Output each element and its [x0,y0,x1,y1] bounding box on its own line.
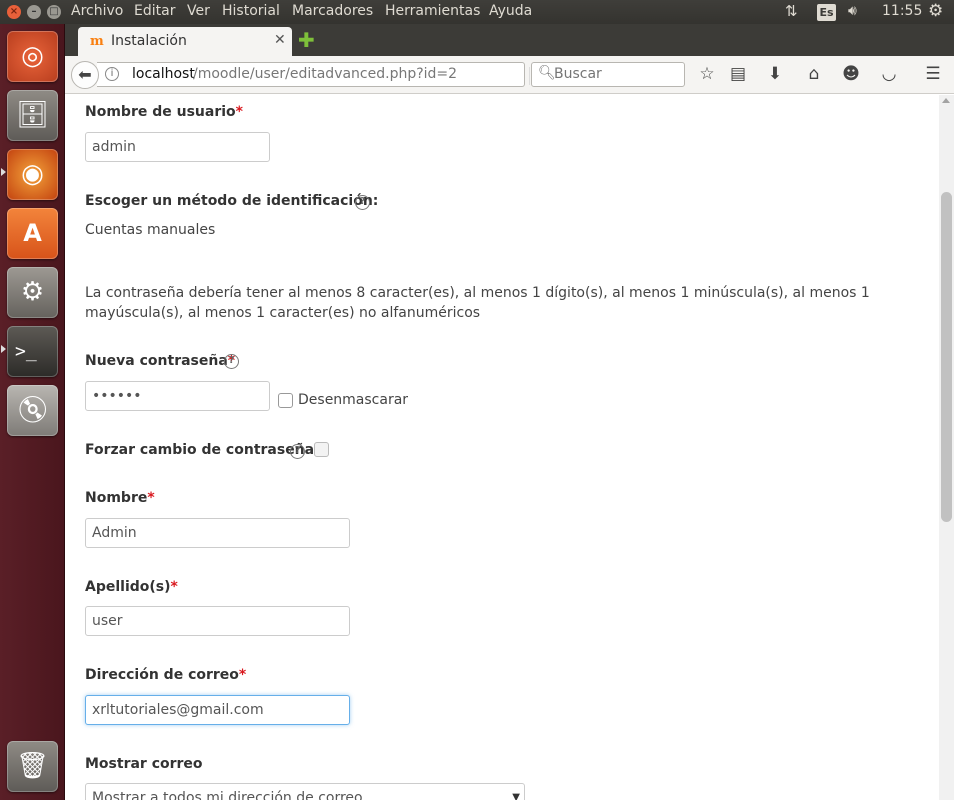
username-label: Nombre de usuario* [85,104,243,120]
password-policy-text: La contraseña debería tener al menos 8 c… [85,285,870,321]
search-bar[interactable]: 🔍︎ [531,62,685,87]
menu-ver[interactable]: Ver [187,3,210,19]
software-center-launcher-button[interactable]: A [7,208,58,259]
scroll-up-arrow-icon[interactable] [942,98,950,103]
new-password-label: Nueva contraseña* [85,353,236,369]
back-button[interactable]: ⬅ [71,61,99,89]
moodle-favicon-icon: m [90,34,104,49]
chevron-down-icon: ▼ [512,792,520,800]
menu-historial[interactable]: Historial [222,3,280,19]
url-bar[interactable]: i localhost /moodle/user/editadvanced.ph… [97,62,549,87]
firstname-input[interactable] [85,518,350,548]
hamburger-menu-icon[interactable]: ☰ [922,64,944,84]
unmask-label: Desenmascarar [298,392,409,408]
reading-list-icon[interactable]: ▤ [727,64,749,84]
tab-strip: m Instalación ✕ ✚ [65,24,954,56]
running-indicator [1,168,6,176]
ubuntu-logo-icon: ◎ [21,41,44,71]
firstname-label: Nombre* [85,490,155,506]
email-display-select[interactable]: Mostrar a todos mi dirección de correo ▼ [85,783,525,800]
pocket-icon[interactable]: ◡ [878,64,900,84]
terminal-icon: >_ [15,341,37,362]
menu-archivo[interactable]: Archivo [71,3,123,19]
file-cabinet-icon: 🗄︎ [15,100,49,130]
firefox-launcher-button[interactable]: ◉ [7,149,58,200]
page-content: Nombre de usuario* Escoger un método de … [65,95,939,800]
username-input[interactable] [85,132,270,162]
url-path: /moodle/user/editadvanced.php?id=2 [193,66,458,82]
lastname-input[interactable] [85,606,350,636]
email-display-value: Mostrar a todos mi dirección de correo [92,790,363,800]
menu-ayuda[interactable]: Ayuda [489,3,532,19]
auth-method-label: Escoger un método de identificación: [85,193,379,209]
force-password-change-checkbox[interactable] [314,442,329,457]
home-icon[interactable]: ⌂ [803,64,825,84]
required-marker: * [170,579,178,595]
search-input[interactable] [554,64,682,84]
clock[interactable]: 11:55 [882,3,922,19]
window-maximize-icon[interactable]: □ [47,5,61,19]
help-icon[interactable]: ? [224,354,239,369]
new-tab-button[interactable]: ✚ [298,28,315,52]
keyboard-layout-indicator[interactable]: Es [817,4,836,21]
terminal-launcher-button[interactable]: >_ [7,326,58,377]
chat-icon[interactable]: ☻ [840,64,862,84]
required-marker: * [235,104,243,120]
close-tab-icon[interactable]: ✕ [274,32,286,48]
settings-launcher-button[interactable]: ⚙ [7,267,58,318]
email-display-label: Mostrar correo [85,756,203,772]
site-info-icon[interactable]: i [105,67,119,81]
page-scrollbar[interactable] [939,95,954,800]
menu-editar[interactable]: Editar [134,3,175,19]
wrench-gear-icon: ⚙ [20,277,45,307]
disks-launcher-button[interactable]: 💿︎ [7,385,58,436]
running-indicator [1,345,6,353]
ubuntu-dash-button[interactable]: ◎ [7,31,58,82]
downloads-icon[interactable]: ⬇ [764,64,786,84]
scrollbar-thumb[interactable] [941,192,952,522]
bookmark-star-icon[interactable]: ☆ [696,64,718,84]
trash-icon: 🗑︎ [15,751,49,781]
arrow-left-icon: ⬅ [78,65,92,84]
window-minimize-icon[interactable]: – [27,5,41,19]
help-icon[interactable]: ? [355,195,370,210]
network-icon[interactable]: ⇅ [785,2,798,20]
email-label: Dirección de correo* [85,667,247,683]
tab-title: Instalación [111,33,187,49]
required-marker: * [238,667,247,683]
volume-icon[interactable]: 🔊︎ [848,3,857,19]
menu-marcadores[interactable]: Marcadores [292,3,373,19]
firefox-icon: ◉ [21,159,44,189]
unmask-checkbox[interactable] [278,393,293,408]
help-icon[interactable]: ? [290,444,305,459]
menu-herramientas[interactable]: Herramientas [385,3,480,19]
launcher: ◎ 🗄︎ ◉ A ⚙ >_ 💿︎ 🗑︎ [0,24,65,800]
new-password-input[interactable] [85,381,270,411]
system-menu-bar: × – □ Archivo Editar Ver Historial Marca… [0,0,954,24]
tab-instalacion[interactable]: m Instalación ✕ [78,27,292,56]
force-password-change-label: Forzar cambio de contraseña [85,442,315,458]
gear-icon[interactable]: ⚙ [928,1,943,21]
url-host: localhost [132,66,195,82]
email-input[interactable] [85,695,350,725]
trash-launcher-button[interactable]: 🗑︎ [7,741,58,792]
window-close-icon[interactable]: × [7,5,21,19]
auth-method-value: Cuentas manuales [85,222,216,238]
navigation-toolbar: i localhost /moodle/user/editadvanced.ph… [65,56,954,94]
required-marker: * [147,490,155,506]
disk-icon: 💿︎ [15,395,49,425]
files-launcher-button[interactable]: 🗄︎ [7,90,58,141]
software-center-icon: A [23,219,42,247]
lastname-label: Apellido(s)* [85,579,178,595]
